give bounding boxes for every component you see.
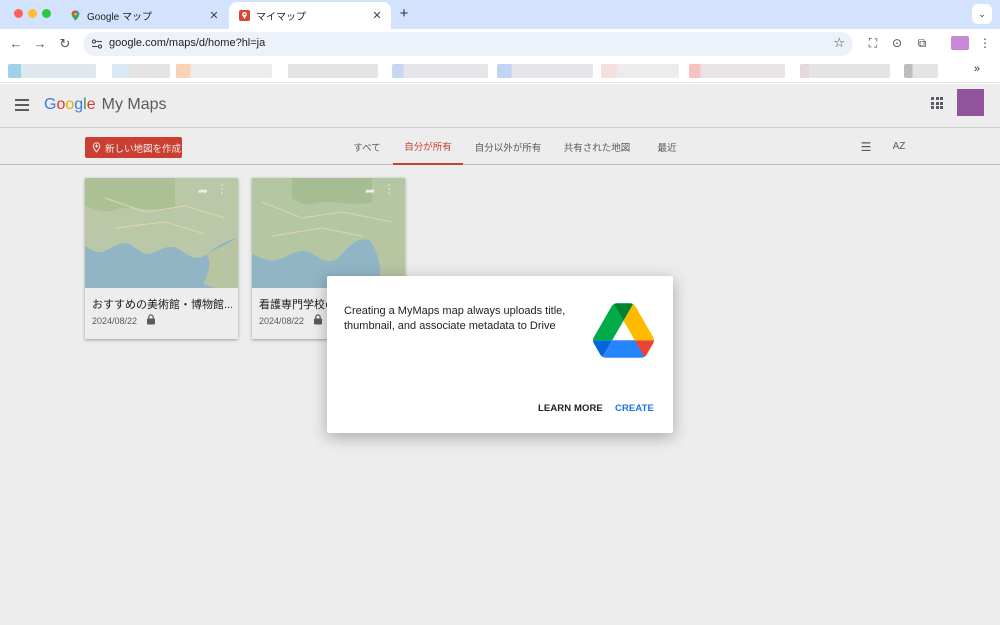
reload-icon[interactable]: ↻ xyxy=(56,35,74,53)
bookmarks-overflow-icon[interactable]: » xyxy=(974,63,980,75)
bookmarks-bar: » xyxy=(0,59,1000,83)
new-tab-button[interactable]: + xyxy=(396,5,412,22)
tab-title: マイマップ xyxy=(256,12,306,23)
google-maps-pin-icon xyxy=(71,10,80,21)
screenshot-capture-icon[interactable]: ⛶ xyxy=(865,35,881,51)
window-close-button[interactable] xyxy=(14,9,23,18)
bookmark-star-icon[interactable]: ☆ xyxy=(833,35,845,51)
bookmark-item[interactable] xyxy=(800,64,890,78)
address-bar[interactable]: google.com/maps/d/home?hl=ja ☆ xyxy=(83,32,853,56)
bookmark-item[interactable] xyxy=(288,64,378,78)
back-arrow-icon[interactable]: ← xyxy=(7,35,25,53)
browser-menu-icon[interactable]: ⋮ xyxy=(977,35,993,51)
bookmark-item[interactable] xyxy=(8,64,96,78)
bookmark-item[interactable] xyxy=(904,64,938,78)
tab-my-maps[interactable]: マイマップ ✕ xyxy=(229,2,391,29)
dialog-message: Creating a MyMaps map always uploads tit… xyxy=(344,305,566,332)
window-minimize-button[interactable] xyxy=(28,9,37,18)
tab-close-icon[interactable]: ✕ xyxy=(369,9,385,22)
my-maps-icon xyxy=(239,10,250,21)
google-drive-icon xyxy=(593,303,654,358)
window-zoom-button[interactable] xyxy=(42,9,51,18)
drive-upload-dialog: Creating a MyMaps map always uploads tit… xyxy=(327,276,673,433)
bookmark-item[interactable] xyxy=(392,64,488,78)
browser-tab-strip: Google マップ ✕ マイマップ ✕ + ⌄ xyxy=(0,0,1000,29)
bookmark-item[interactable] xyxy=(112,64,170,78)
forward-arrow-icon[interactable]: → xyxy=(31,35,49,53)
bookmark-item[interactable] xyxy=(176,64,272,78)
bookmark-item[interactable] xyxy=(601,64,679,78)
create-button[interactable]: CREATE xyxy=(615,403,654,414)
bookmark-item[interactable] xyxy=(497,64,593,78)
browser-toolbar: ← → ↻ google.com/maps/d/home?hl=ja ☆ ⛶ ⊙… xyxy=(0,29,1000,59)
bookmark-item[interactable] xyxy=(689,64,785,78)
tab-title: Google マップ xyxy=(87,12,153,23)
tab-search-menu-button[interactable]: ⌄ xyxy=(972,4,992,24)
tab-google-maps[interactable]: Google マップ ✕ xyxy=(60,2,228,29)
url-text: google.com/maps/d/home?hl=ja xyxy=(109,37,266,49)
camera-icon[interactable]: ⊙ xyxy=(889,35,905,51)
site-settings-icon[interactable] xyxy=(91,38,103,50)
learn-more-button[interactable]: LEARN MORE xyxy=(538,403,603,414)
tab-close-icon[interactable]: ✕ xyxy=(206,9,222,22)
extensions-puzzle-icon[interactable]: ⧉ xyxy=(914,35,930,51)
profile-avatar[interactable] xyxy=(951,36,969,50)
